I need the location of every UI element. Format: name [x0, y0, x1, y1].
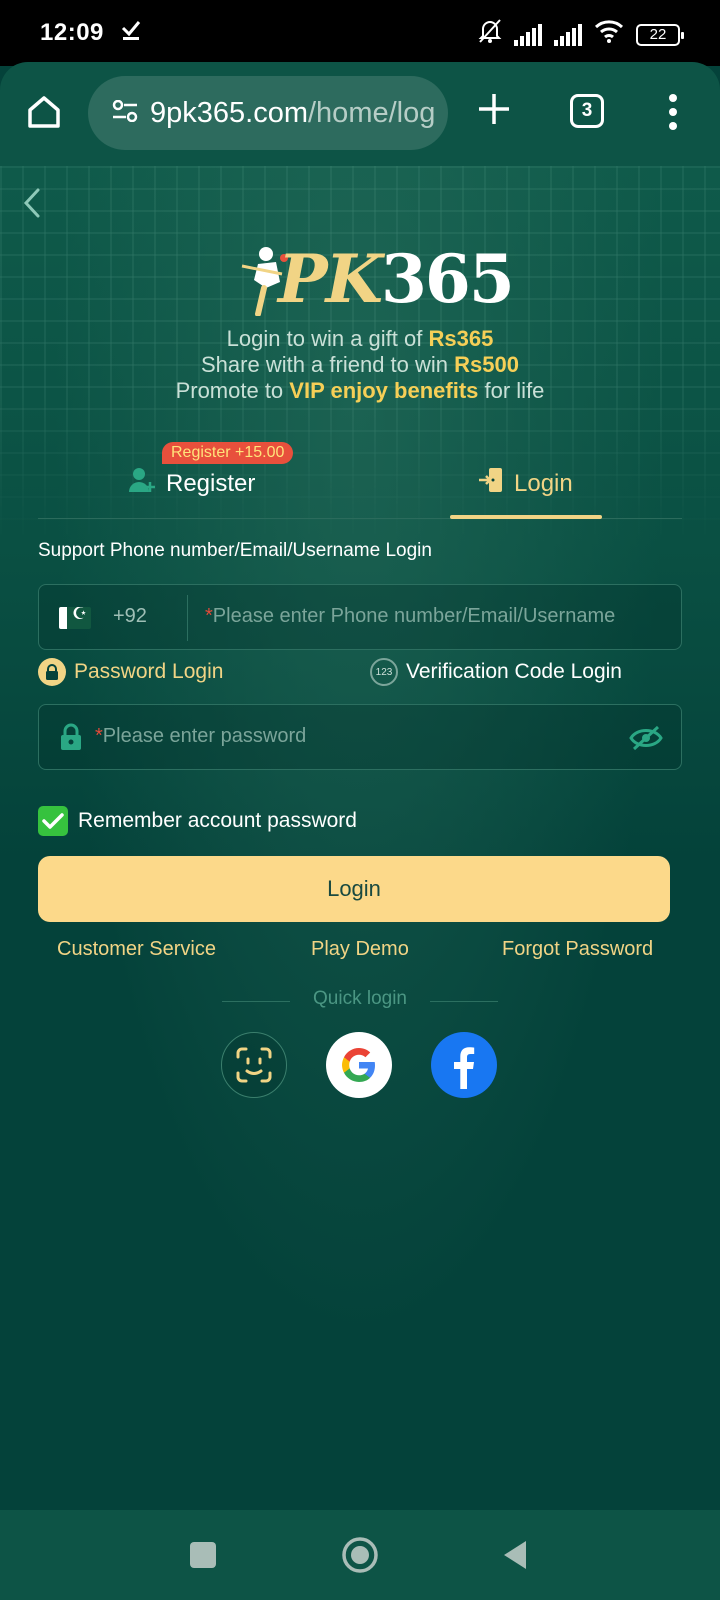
mute-bell-icon	[478, 18, 502, 51]
password-login-label: Password Login	[74, 660, 224, 683]
wifi-icon	[594, 19, 624, 50]
new-tab-icon[interactable]	[477, 90, 511, 134]
password-login-option[interactable]: Password Login	[38, 658, 223, 686]
password-field[interactable]: *Please enter password	[38, 704, 682, 770]
brand-name: PK365	[278, 240, 515, 318]
quick-login-line-right	[430, 1001, 498, 1002]
remember-checkbox[interactable]	[38, 806, 68, 836]
account-input[interactable]: *Please enter Phone number/Email/Usernam…	[205, 605, 615, 628]
eye-hidden-icon[interactable]	[629, 725, 663, 751]
lock-icon	[38, 658, 66, 686]
play-demo-link[interactable]: Play Demo	[311, 938, 409, 961]
home-icon[interactable]	[24, 92, 64, 132]
url-host: 9pk365.com	[150, 96, 308, 129]
promo-line-1-text: Login to win a gift of	[226, 326, 429, 351]
password-input[interactable]: *Please enter password	[95, 725, 306, 748]
url-text: 9pk365.com/home/log	[150, 97, 435, 130]
signal-icon-2	[554, 23, 582, 46]
code-123-icon: 123	[370, 658, 398, 686]
status-time: 12:09	[40, 19, 104, 46]
address-bar[interactable]: 9pk365.com/home/log	[88, 76, 448, 150]
more-menu-icon[interactable]	[668, 94, 678, 130]
promo-line-2: Share with a friend to win Rs500	[0, 352, 720, 378]
active-tab-indicator	[450, 515, 602, 519]
login-mode-selector: Password Login 123 Verification Code Log…	[38, 658, 682, 698]
register-bonus-badge: Register +15.00	[162, 442, 294, 464]
remember-password[interactable]: Remember account password	[38, 806, 357, 836]
google-icon	[342, 1048, 375, 1082]
quick-login-label: Quick login	[313, 988, 407, 1009]
tab-login-label: Login	[514, 469, 573, 497]
help-links: Customer Service Play Demo Forgot Passwo…	[0, 938, 720, 968]
brand-logo: PK365	[236, 238, 515, 318]
status-bar: 12:09 22	[0, 0, 720, 66]
remember-label: Remember account password	[78, 809, 357, 832]
tab-register-label: Register	[166, 469, 256, 497]
promo-line-1-highlight: Rs365	[428, 326, 494, 351]
site-settings-icon[interactable]	[112, 99, 138, 127]
browser-toolbar: 9pk365.com/home/log 3	[0, 62, 720, 166]
system-navigation-bar	[0, 1510, 720, 1600]
account-placeholder: Please enter Phone number/Email/Username	[212, 605, 616, 627]
verification-code-login-label: Verification Code Login	[406, 660, 622, 683]
login-page: PK365 Login to win a gift of Rs365 Share…	[0, 166, 720, 1510]
facebook-login-button[interactable]	[431, 1032, 497, 1098]
tab-switcher-button[interactable]: 3	[570, 94, 604, 128]
promo-line-2-text: Share with a friend to win	[201, 352, 455, 377]
face-id-icon	[236, 1047, 272, 1083]
forgot-password-link[interactable]: Forgot Password	[502, 938, 653, 961]
account-field[interactable]: +92 *Please enter Phone number/Email/Use…	[38, 584, 682, 650]
quick-login-header: Quick login	[0, 988, 720, 1018]
login-door-icon	[478, 466, 504, 501]
support-label: Support Phone number/Email/Username Logi…	[38, 540, 432, 561]
google-login-button[interactable]	[326, 1032, 392, 1098]
password-placeholder: Please enter password	[102, 725, 307, 747]
download-complete-icon	[120, 19, 142, 48]
promo-line-3-suffix: for life	[478, 378, 545, 403]
customer-service-link[interactable]: Customer Service	[57, 938, 216, 961]
promo-line-3: Promote to VIP enjoy benefits for life	[0, 378, 720, 404]
promo-text: Login to win a gift of Rs365 Share with …	[0, 326, 720, 404]
url-path: /home/log	[308, 96, 436, 129]
battery-icon: 22	[636, 23, 684, 46]
password-lock-icon	[59, 723, 83, 756]
promo-line-3-highlight: VIP enjoy benefits	[289, 378, 479, 403]
home-button[interactable]	[341, 1536, 379, 1574]
recents-button[interactable]	[190, 1542, 216, 1568]
required-mark: *	[95, 725, 103, 747]
promo-line-1: Login to win a gift of Rs365	[0, 326, 720, 352]
back-arrow-icon[interactable]	[18, 186, 46, 220]
brand-number: 365	[381, 240, 515, 318]
facebook-icon	[454, 1047, 475, 1089]
pakistan-flag-icon[interactable]	[59, 607, 91, 629]
back-button[interactable]	[500, 1538, 530, 1572]
face-id-button[interactable]	[221, 1032, 287, 1098]
tab-login[interactable]: Login	[478, 466, 573, 501]
country-code[interactable]: +92	[113, 605, 147, 628]
status-icons: 22	[478, 18, 684, 51]
promo-line-3-prefix: Promote to	[175, 378, 290, 403]
screen: 12:09 22 9pk365.com/home/log 3 PK365 Log…	[0, 0, 720, 1600]
brand-prefix: PK	[278, 240, 383, 318]
login-button[interactable]: Login	[38, 856, 670, 922]
tab-register[interactable]: Register	[128, 466, 255, 501]
field-divider	[187, 595, 188, 641]
promo-line-2-highlight: Rs500	[454, 352, 519, 377]
required-mark: *	[205, 605, 213, 627]
signal-icon	[514, 23, 542, 46]
add-user-icon	[128, 466, 156, 501]
verification-code-login-option[interactable]: 123 Verification Code Login	[370, 658, 622, 686]
